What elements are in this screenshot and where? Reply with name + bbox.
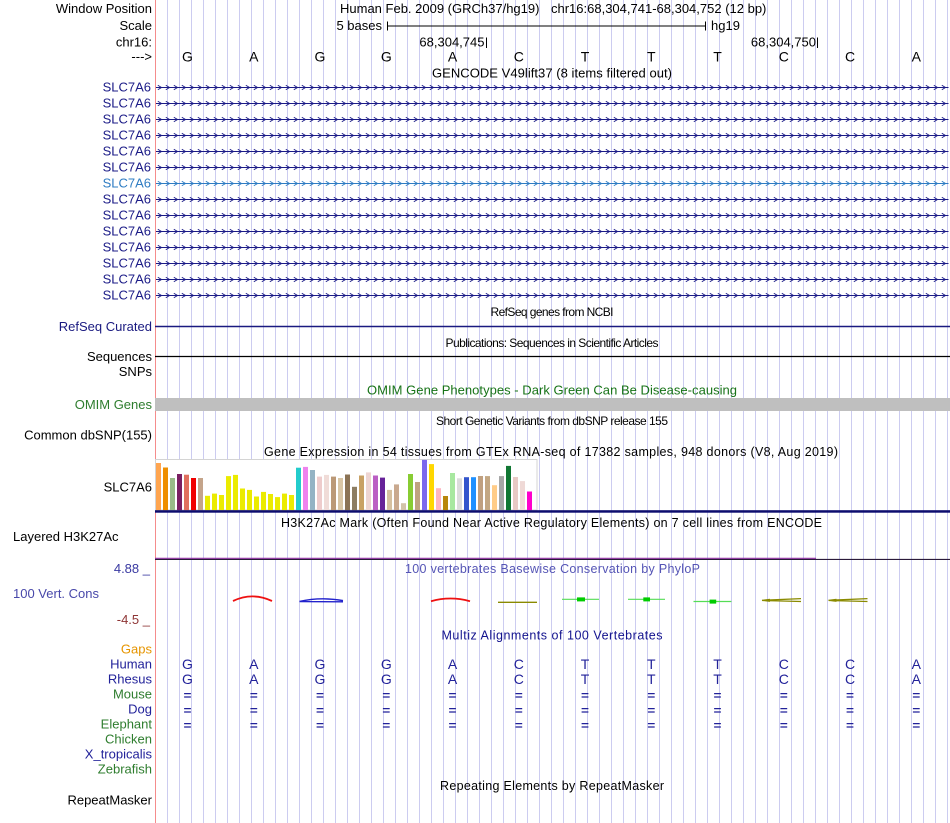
svg-text:A: A (249, 671, 259, 687)
svg-text:4.88 _: 4.88 _ (114, 561, 151, 576)
svg-text:C: C (779, 656, 789, 672)
svg-text:G: G (182, 671, 193, 687)
svg-text:G: G (381, 671, 392, 687)
svg-text:5 bases: 5 bases (336, 18, 382, 33)
svg-text:SLC7A6: SLC7A6 (103, 224, 151, 239)
svg-text:A: A (448, 49, 458, 65)
svg-text:RefSeq genes from NCBI: RefSeq genes from NCBI (491, 305, 614, 319)
svg-text:G: G (182, 49, 193, 65)
svg-text:SLC7A6: SLC7A6 (103, 288, 151, 303)
svg-text:T: T (647, 49, 656, 65)
svg-text:SLC7A6: SLC7A6 (103, 208, 151, 223)
svg-text:G: G (381, 656, 392, 672)
svg-text:G: G (315, 656, 326, 672)
svg-text:OMIM Gene Phenotypes - Dark Gr: OMIM Gene Phenotypes - Dark Green Can Be… (367, 383, 737, 398)
svg-text:Publications: Sequences in Sci: Publications: Sequences in Scientific Ar… (446, 336, 659, 350)
svg-text:Zebrafish: Zebrafish (98, 762, 152, 777)
svg-text:GENCODE V49lift37 (8 items fil: GENCODE V49lift37 (8 items filtered out) (432, 66, 672, 81)
svg-text:A: A (448, 671, 458, 687)
svg-text:SLC7A6: SLC7A6 (104, 480, 152, 495)
svg-text:SLC7A6: SLC7A6 (103, 80, 151, 95)
svg-text:OMIM Genes: OMIM Genes (75, 397, 153, 412)
svg-text:C: C (779, 671, 789, 687)
svg-text:C: C (845, 671, 855, 687)
svg-text:Layered H3K27Ac: Layered H3K27Ac (13, 529, 119, 544)
svg-text:SLC7A6: SLC7A6 (103, 112, 151, 127)
svg-text:Repeating Elements by RepeatMa: Repeating Elements by RepeatMasker (440, 779, 664, 793)
svg-text:Multiz Alignments of 100 Verte: Multiz Alignments of 100 Vertebrates (442, 629, 663, 643)
svg-text:Human: Human (110, 657, 152, 672)
svg-text:Scale: Scale (119, 18, 152, 33)
svg-text:A: A (249, 656, 259, 672)
svg-text:Dog: Dog (128, 702, 152, 717)
svg-text:Gene Expression in 54 tissues: Gene Expression in 54 tissues from GTEx … (264, 445, 838, 459)
svg-text:T: T (713, 671, 722, 687)
svg-text:T: T (713, 656, 722, 672)
svg-text:A: A (448, 656, 458, 672)
svg-text:T: T (647, 671, 656, 687)
svg-text:Mouse: Mouse (113, 687, 152, 702)
svg-text:T: T (713, 49, 722, 65)
svg-text:C: C (514, 656, 524, 672)
svg-text:RepeatMasker: RepeatMasker (67, 793, 152, 808)
svg-text:Window Position: Window Position (56, 1, 152, 16)
svg-text:C: C (779, 49, 789, 65)
svg-text:RefSeq Curated: RefSeq Curated (59, 319, 152, 334)
svg-text:T: T (581, 656, 590, 672)
svg-text:-4.5 _: -4.5 _ (117, 612, 151, 627)
svg-text:C: C (845, 49, 855, 65)
svg-text:Chicken: Chicken (105, 732, 152, 747)
svg-text:T: T (581, 49, 590, 65)
svg-text:A: A (912, 49, 922, 65)
svg-text:hg19: hg19 (711, 18, 740, 33)
svg-text:SLC7A6: SLC7A6 (103, 272, 151, 287)
svg-text:H3K27Ac Mark (Often Found Near: H3K27Ac Mark (Often Found Near Active Re… (281, 516, 822, 530)
svg-text:T: T (581, 671, 590, 687)
svg-text:A: A (912, 656, 922, 672)
svg-text:C: C (845, 656, 855, 672)
svg-text:SLC7A6: SLC7A6 (103, 240, 151, 255)
svg-text:T: T (647, 656, 656, 672)
svg-text:SLC7A6: SLC7A6 (103, 256, 151, 271)
svg-text:SLC7A6: SLC7A6 (103, 176, 151, 191)
svg-text:Sequences: Sequences (87, 349, 153, 364)
svg-text:SLC7A6: SLC7A6 (103, 160, 151, 175)
svg-text:G: G (315, 49, 326, 65)
svg-text:G: G (315, 671, 326, 687)
svg-text:A: A (912, 671, 922, 687)
svg-text:100 vertebrates Basewise Conse: 100 vertebrates Basewise Conservation by… (405, 562, 700, 576)
svg-text:Human Feb. 2009 (GRCh37/hg19): Human Feb. 2009 (GRCh37/hg19) (340, 1, 539, 16)
svg-text:SLC7A6: SLC7A6 (103, 96, 151, 111)
svg-text:68,304,745: 68,304,745 (419, 35, 484, 50)
svg-text:Short Genetic Variants from db: Short Genetic Variants from dbSNP releas… (436, 414, 668, 428)
svg-text:chr16:: chr16: (116, 35, 152, 50)
svg-text:SLC7A6: SLC7A6 (103, 128, 151, 143)
svg-text:G: G (182, 656, 193, 672)
svg-text:Common dbSNP(155): Common dbSNP(155) (24, 428, 152, 443)
svg-text:chr16:68,304,741-68,304,752 (1: chr16:68,304,741-68,304,752 (12 bp) (551, 1, 766, 16)
svg-text:G: G (381, 49, 392, 65)
svg-text:100 Vert. Cons: 100 Vert. Cons (13, 586, 99, 601)
svg-text:Gaps: Gaps (121, 642, 153, 657)
svg-text:Rhesus: Rhesus (108, 672, 153, 687)
svg-text:C: C (514, 49, 524, 65)
svg-text:SLC7A6: SLC7A6 (103, 144, 151, 159)
svg-text:SLC7A6: SLC7A6 (103, 192, 151, 207)
svg-text:SNPs: SNPs (119, 364, 153, 379)
svg-text:68,304,750: 68,304,750 (751, 35, 816, 50)
svg-text:C: C (514, 671, 524, 687)
svg-text:X_tropicalis: X_tropicalis (85, 747, 153, 762)
svg-text:A: A (249, 49, 259, 65)
svg-text:Elephant: Elephant (101, 717, 153, 732)
svg-text:--->: ---> (131, 49, 152, 64)
